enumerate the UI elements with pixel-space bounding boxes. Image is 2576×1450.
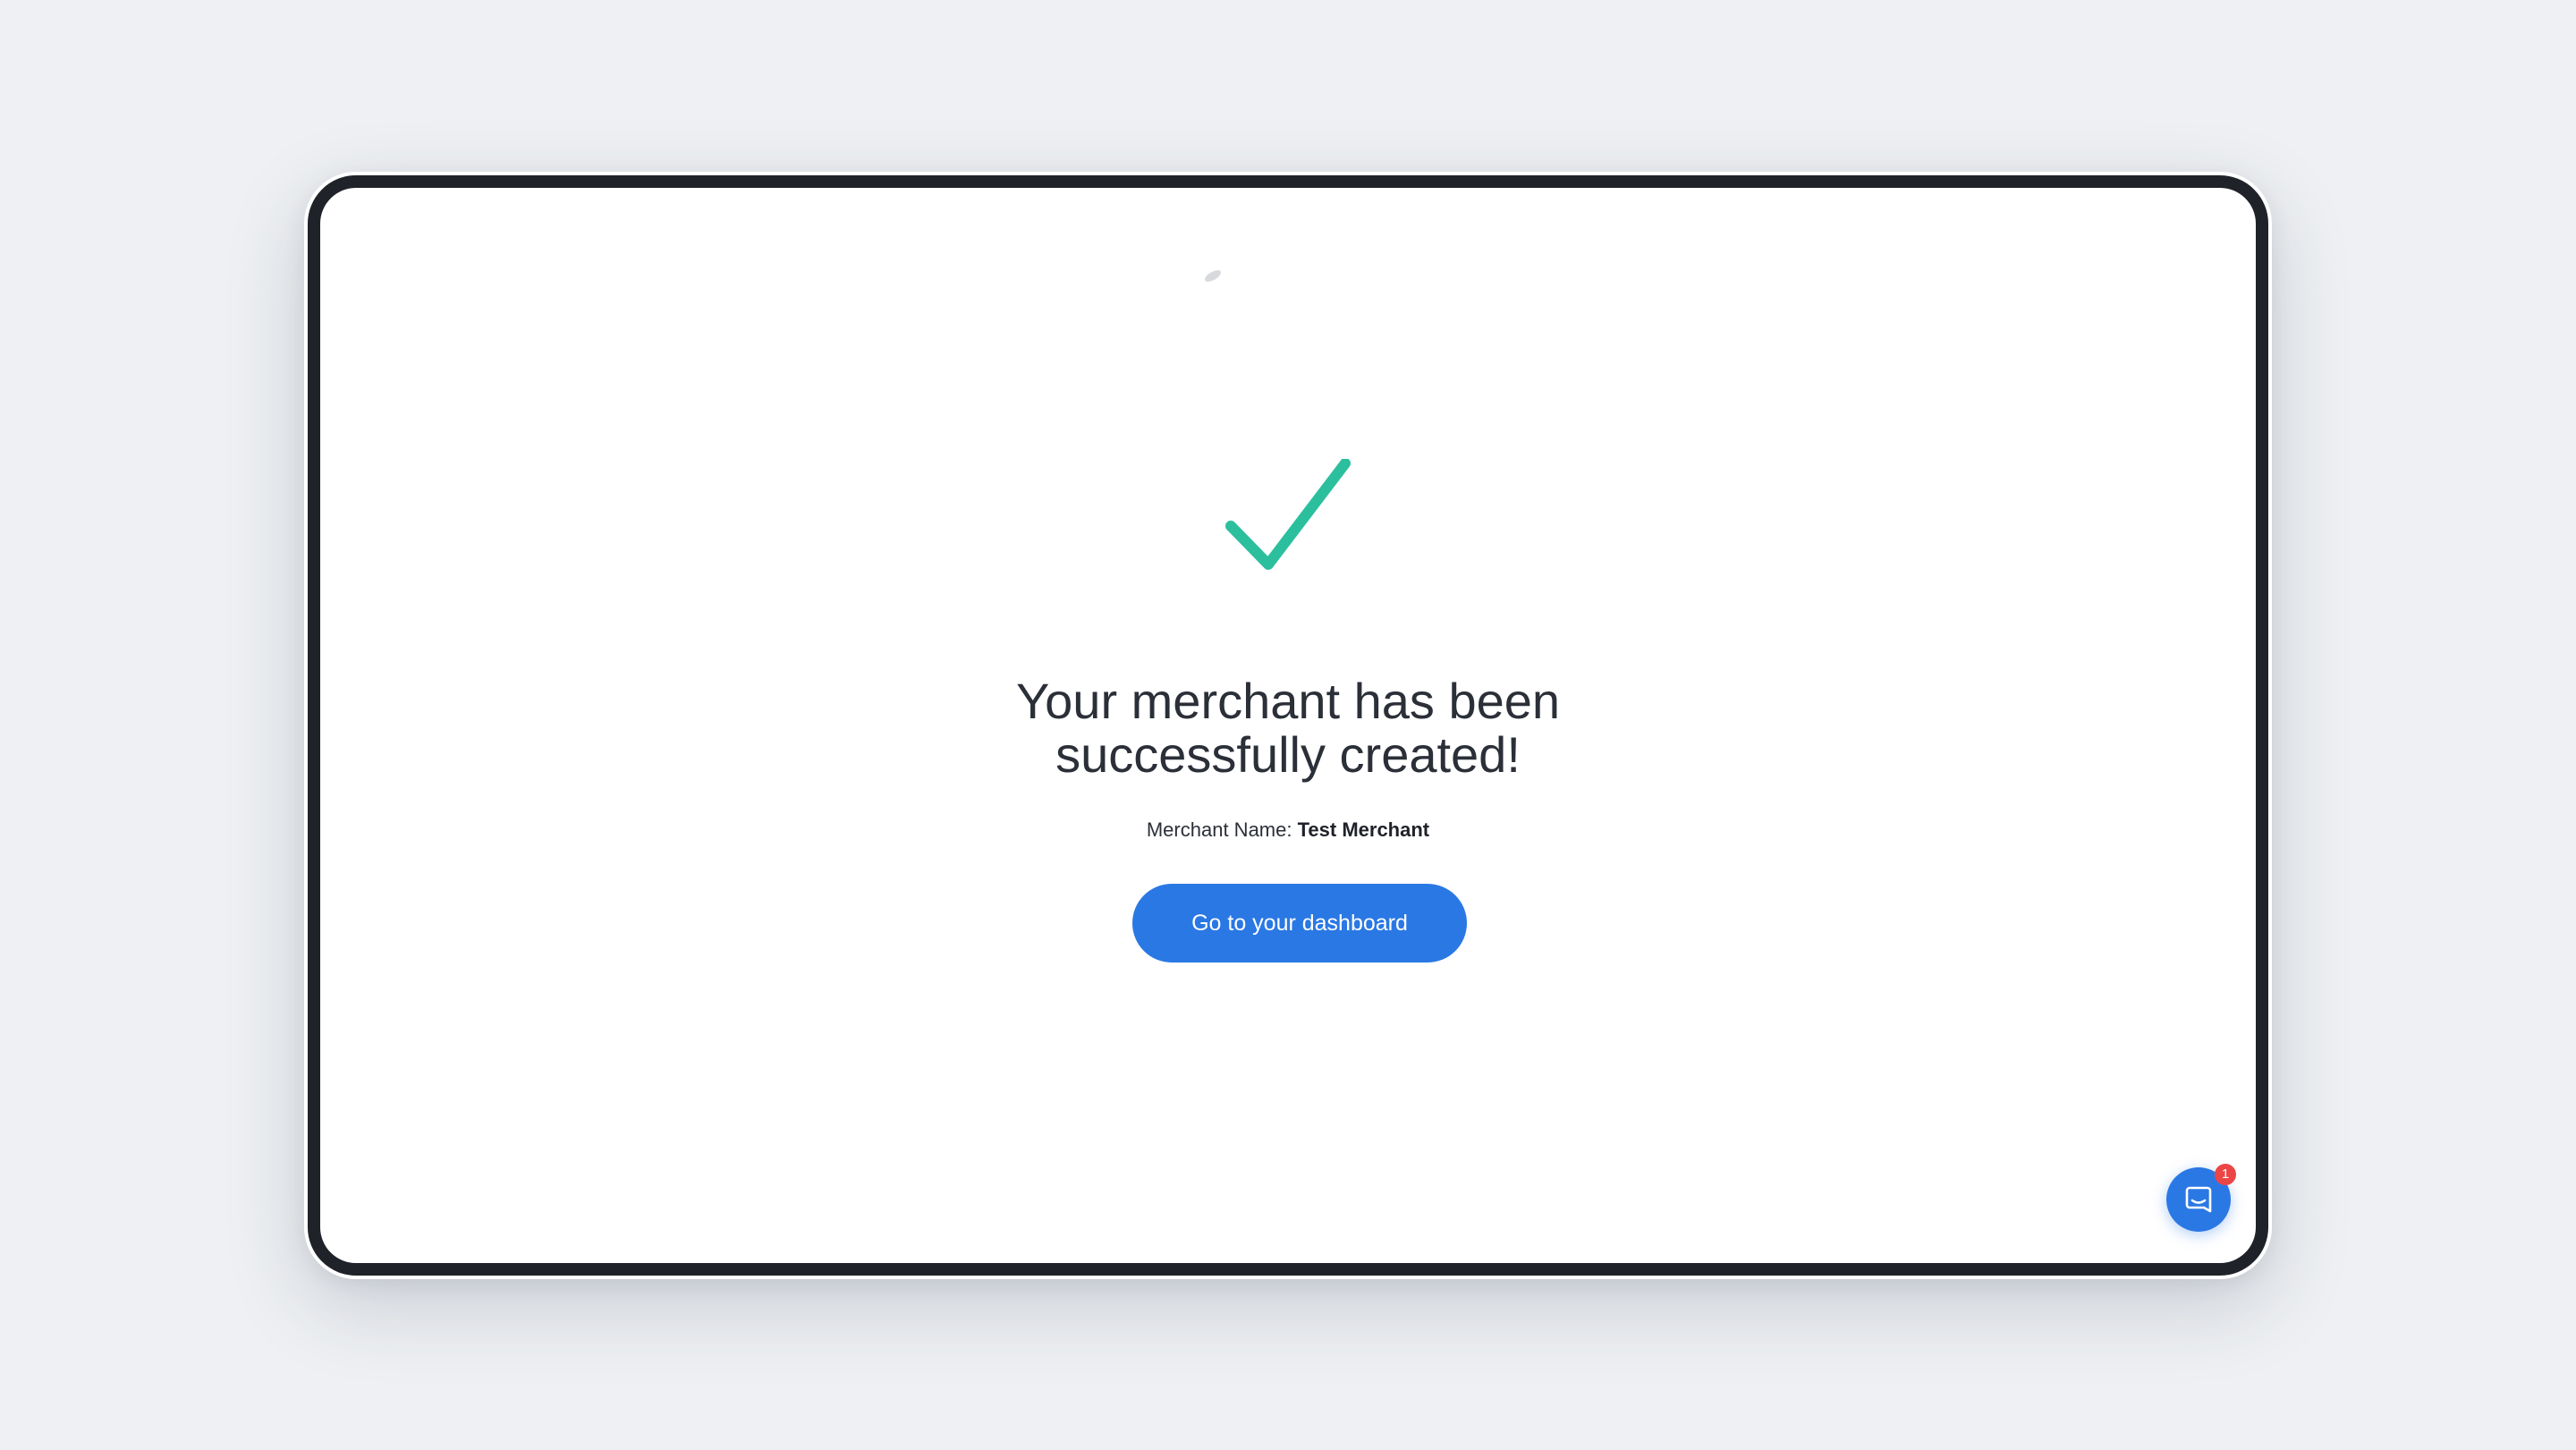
chat-bubble-icon	[2185, 1186, 2212, 1213]
merchant-name-label: Merchant Name:	[1146, 818, 1292, 841]
success-heading-line-2: successfully created!	[1055, 726, 1521, 783]
merchant-name-row: Merchant Name: Test Merchant	[320, 818, 2256, 843]
checkmark-icon	[1225, 459, 1351, 570]
merchant-name-value: Test Merchant	[1297, 818, 1430, 841]
loading-indicator	[1203, 267, 1223, 284]
notification-badge: 1	[2215, 1164, 2236, 1185]
success-heading: Your merchant has been successfully crea…	[320, 674, 2256, 782]
go-to-dashboard-button[interactable]: Go to your dashboard	[1132, 884, 1467, 962]
success-heading-line-1: Your merchant has been	[1015, 673, 1561, 729]
app-screen: Your merchant has been successfully crea…	[320, 188, 2256, 1263]
device-frame: Your merchant has been successfully crea…	[304, 172, 2272, 1279]
